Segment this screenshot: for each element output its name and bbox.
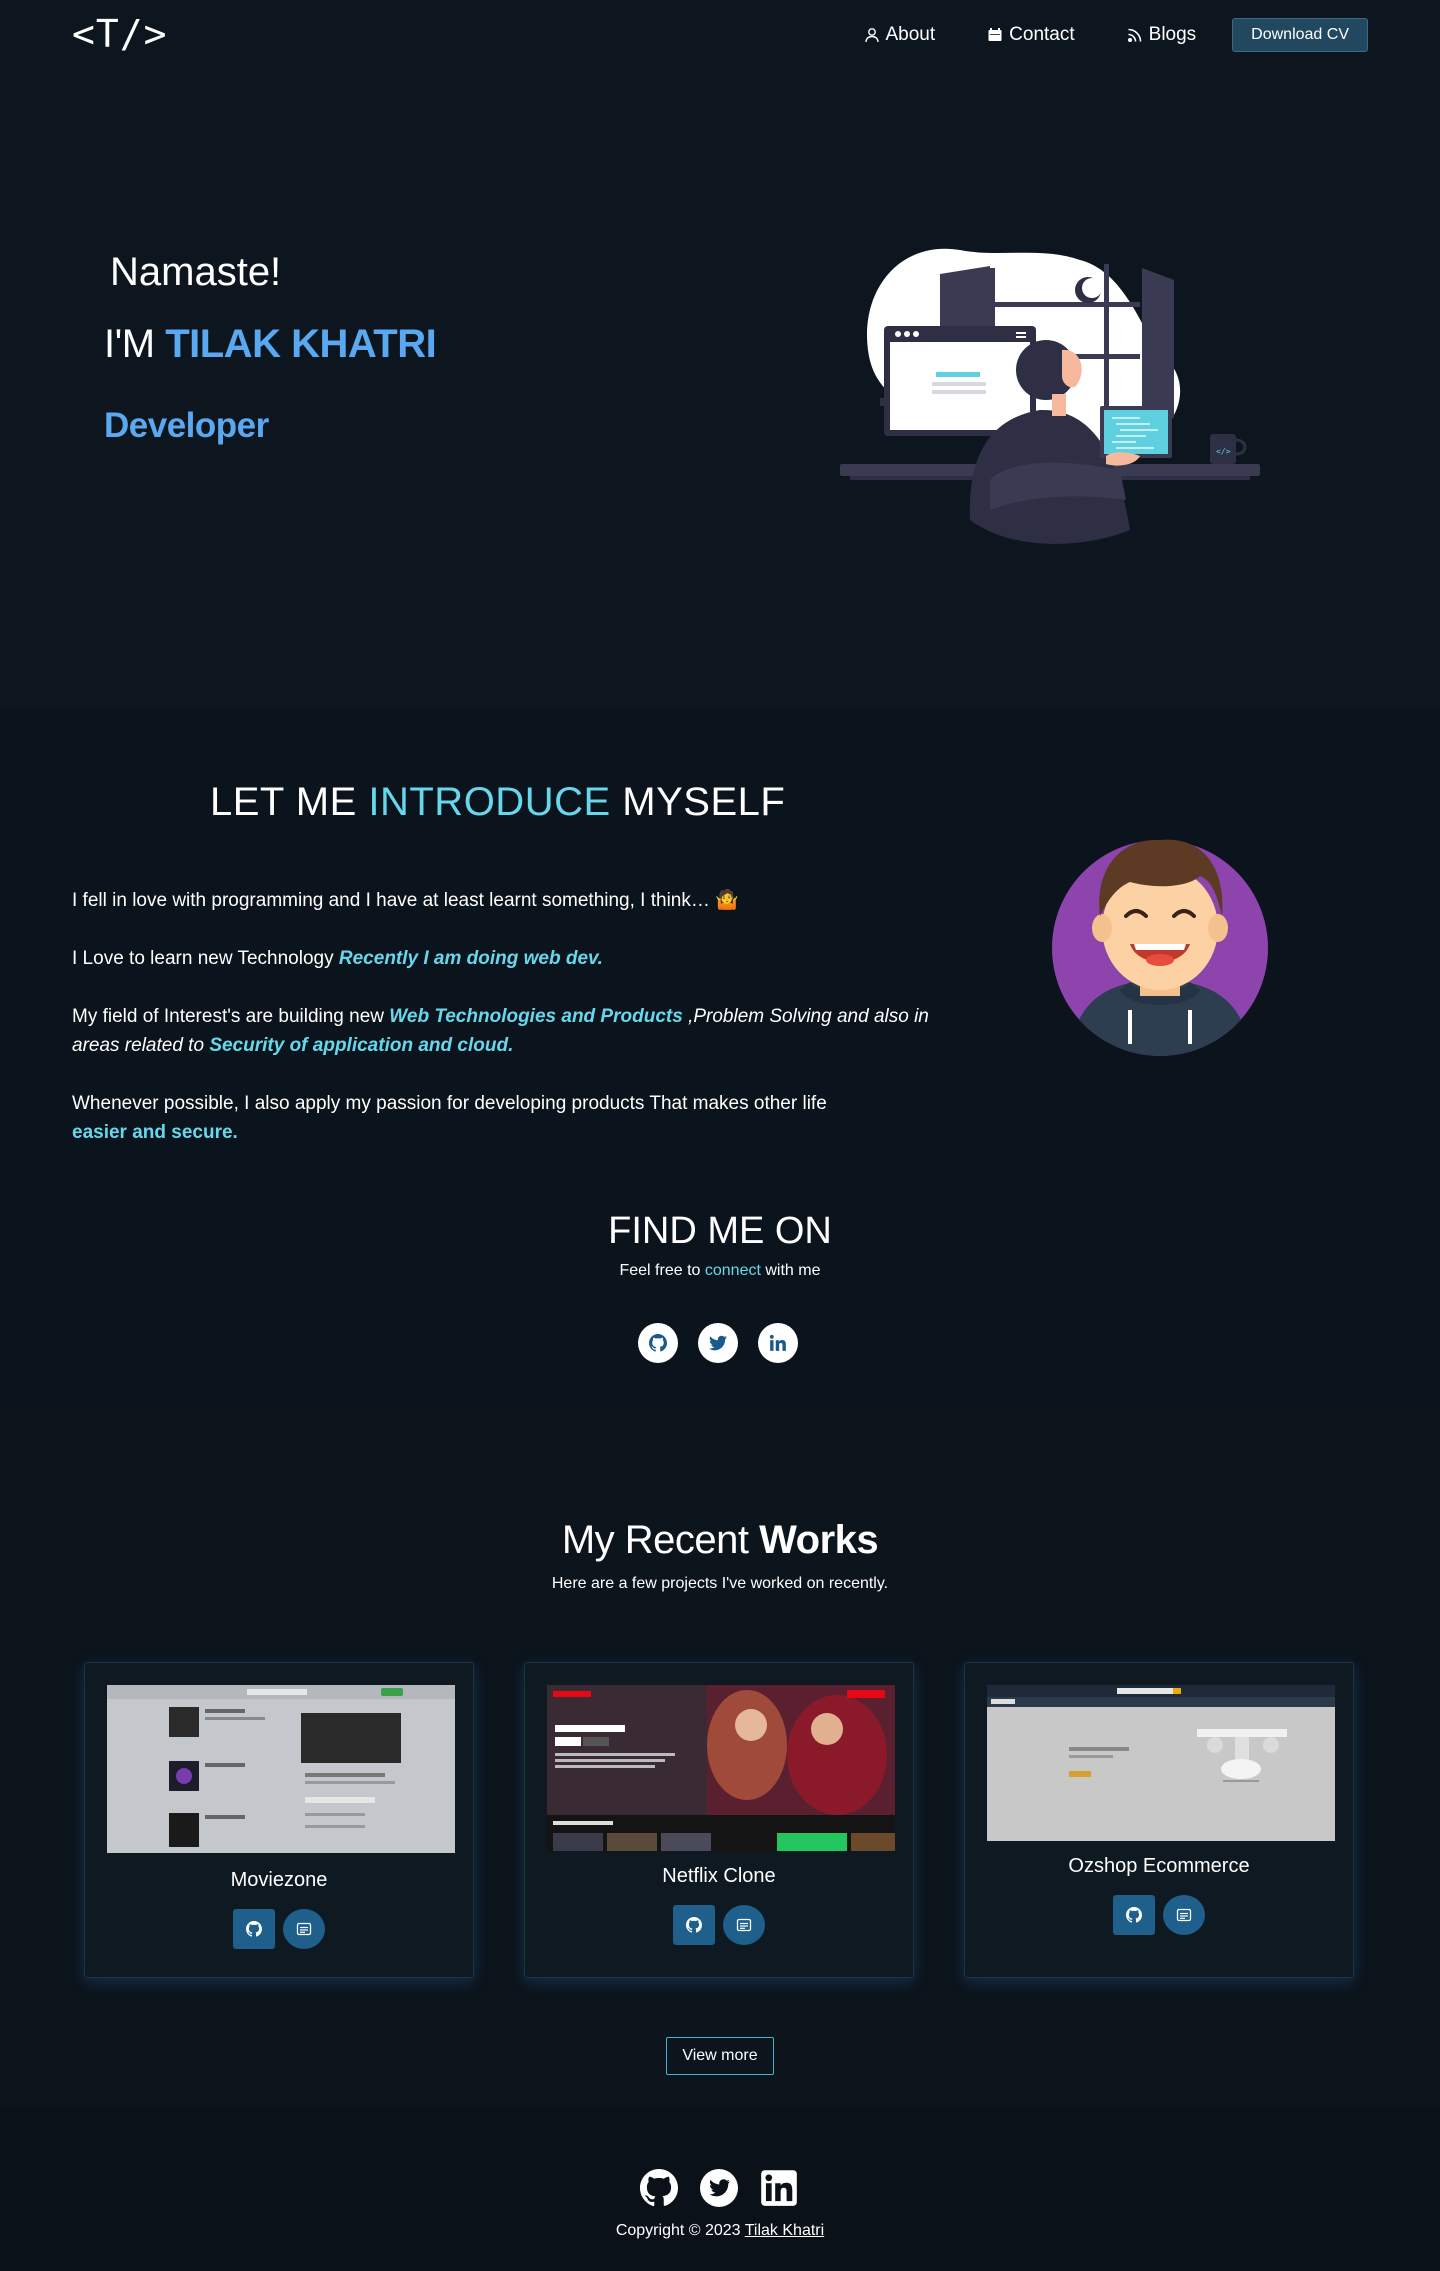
live-demo-button[interactable]	[283, 1909, 325, 1949]
avatar	[1052, 839, 1268, 1056]
project-buttons	[965, 1895, 1353, 1935]
project-card-ozshop: Ozshop Ecommerce	[964, 1662, 1354, 1978]
calendar-icon	[988, 28, 1002, 41]
github-repo-button[interactable]	[233, 1909, 275, 1949]
works-title-a: My Recent	[561, 1518, 749, 1562]
project-title: Ozshop Ecommerce	[1068, 1855, 1250, 1877]
github-repo-button[interactable]	[1113, 1895, 1155, 1935]
find-sub-b: with me	[765, 1262, 821, 1279]
github-icon	[649, 1334, 667, 1352]
github-icon	[246, 1921, 262, 1937]
linkedin-social-link[interactable]	[758, 1323, 798, 1363]
author-link[interactable]: Tilak Khatri	[745, 2222, 824, 2239]
find-sub-a: Feel free to	[619, 1262, 701, 1279]
footer-social-links	[640, 2169, 798, 2207]
project-card-moviezone: Moviezone	[84, 1662, 474, 1978]
connect-link[interactable]: connect	[705, 1262, 761, 1279]
download-cv-button[interactable]: Download CV	[1232, 18, 1368, 52]
github-repo-button[interactable]	[673, 1905, 715, 1945]
view-more-button[interactable]: View more	[666, 2037, 774, 2075]
intro-paragraph-3: My field of Interest's are building new …	[72, 1002, 932, 1060]
intro-paragraph-4: Whenever possible, I also apply my passi…	[72, 1089, 932, 1147]
intro-p3-highlight-2: Security of application and cloud.	[209, 1035, 514, 1056]
intro-p3-plain: My field of Interest's are building new	[72, 1006, 390, 1027]
project-title: Moviezone	[230, 1869, 328, 1891]
ozshop-screenshot	[987, 1685, 1335, 1841]
social-links	[638, 1323, 798, 1363]
netflix-screenshot	[547, 1685, 895, 1851]
site-logo[interactable]: <T/>	[72, 12, 168, 56]
github-icon[interactable]	[640, 2169, 678, 2207]
twitter-social-link[interactable]	[698, 1323, 738, 1363]
nav-about-link[interactable]: About	[864, 24, 936, 46]
live-demo-button[interactable]	[1163, 1895, 1205, 1935]
nav-about-label: About	[885, 24, 936, 45]
copyright: Copyright © 2023 Tilak Khatri	[0, 2222, 1440, 2240]
hero-iam-prefix: I'M	[104, 322, 155, 366]
intro-text: I fell in love with programming and I ha…	[72, 886, 932, 1176]
project-buttons	[525, 1905, 913, 1945]
nav-blogs-label: Blogs	[1148, 24, 1197, 45]
intro-paragraph-2: I Love to learn new Technology Recently …	[72, 944, 932, 973]
footer: Copyright © 2023 Tilak Khatri	[0, 2105, 1440, 2271]
intro-p3-highlight-1: Web Technologies and Products	[389, 1006, 683, 1027]
intro-p2-highlight: Recently I am doing web dev.	[338, 948, 603, 969]
browser-icon	[1176, 1908, 1192, 1922]
intro-title-b: INTRODUCE	[368, 780, 611, 824]
twitter-icon[interactable]	[700, 2169, 738, 2207]
copyright-text: Copyright © 2023	[615, 2222, 741, 2239]
project-card-netflix: Netflix Clone	[524, 1662, 914, 1978]
github-social-link[interactable]	[638, 1323, 678, 1363]
intro-p4-highlight: easier and secure.	[72, 1122, 238, 1143]
works-title-b: Works	[759, 1518, 879, 1562]
navbar: <T/> About Contact Blogs Download CV	[0, 0, 1440, 70]
intro-p2-plain: I Love to learn new Technology	[72, 948, 334, 969]
github-icon	[1126, 1907, 1142, 1923]
user-icon	[864, 28, 879, 43]
svg-text:</>: </>	[1216, 447, 1231, 456]
twitter-icon	[709, 1335, 727, 1351]
intro-title-c: MYSELF	[622, 780, 786, 824]
hero-greeting: Namaste!	[110, 250, 282, 294]
moviezone-screenshot	[107, 1685, 455, 1853]
find-me-title: FIND ME ON	[608, 1210, 832, 1252]
works-subtitle: Here are a few projects I've worked on r…	[551, 1575, 889, 1592]
browser-icon	[296, 1922, 312, 1936]
works-title: My Recent Works	[0, 1518, 1440, 1563]
nav-contact-label: Contact	[1009, 24, 1075, 45]
hero-section: Namaste! I'M TILAK KHATRI Developer </>	[0, 70, 1440, 710]
github-icon	[686, 1917, 702, 1933]
hero-heading: I'M TILAK KHATRI	[104, 322, 437, 367]
intro-p4-plain: Whenever possible, I also apply my passi…	[72, 1093, 827, 1114]
linkedin-icon[interactable]	[760, 2169, 798, 2207]
hero-role: Developer	[104, 406, 269, 445]
nav-links: About Contact Blogs Download CV	[864, 18, 1368, 52]
browser-icon	[736, 1918, 752, 1932]
hero-name: TILAK KHATRI	[165, 322, 437, 366]
rss-icon	[1127, 28, 1141, 42]
intro-section: LET ME INTRODUCE MYSELF I fell in love w…	[0, 710, 1440, 1410]
live-demo-button[interactable]	[723, 1905, 765, 1945]
project-title: Netflix Clone	[662, 1865, 776, 1887]
linkedin-icon	[769, 1334, 786, 1351]
intro-title-a: LET ME	[210, 780, 357, 824]
developer-illustration: </>	[840, 248, 1260, 544]
intro-paragraph-1: I fell in love with programming and I ha…	[72, 890, 739, 911]
intro-title: LET ME INTRODUCE MYSELF	[210, 780, 785, 825]
nav-blogs-link[interactable]: Blogs	[1127, 24, 1197, 46]
project-buttons	[85, 1909, 473, 1949]
works-section: My Recent Works Here are a few projects …	[0, 1410, 1440, 2105]
nav-contact-link[interactable]: Contact	[987, 24, 1075, 46]
find-me-subtitle: Feel free to connect with me	[0, 1262, 1440, 1280]
